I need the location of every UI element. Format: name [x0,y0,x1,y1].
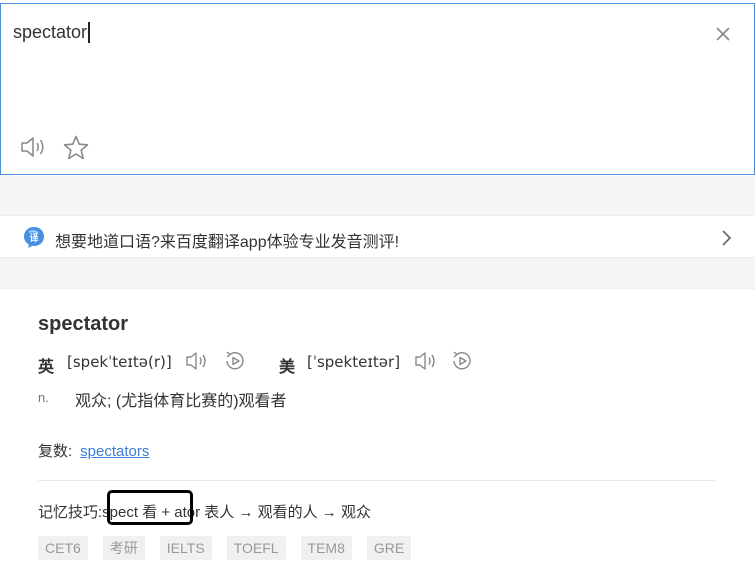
divider [38,480,715,481]
speaker-icon[interactable] [19,134,47,160]
us-label: 美 [279,359,296,376]
app-promo-banner[interactable]: 译 想要地道口语?来百度翻译app体验专业发音测评! [0,215,755,258]
input-text-area[interactable]: spectator [13,22,90,43]
us-speaker-icon[interactable] [413,349,439,373]
tag-gre[interactable]: GRE [366,536,412,560]
exam-tags: CET6 考研 IELTS TOEFL TEM8 GRE [38,536,426,560]
svg-text:译: 译 [29,232,39,243]
app-logo-icon: 译 [22,225,46,249]
text-caret [88,22,90,43]
us-phonetic: [ˈspekteɪtər] [307,353,401,371]
definition-text: 观众; (尤指体育比赛的)观看者 [75,393,287,410]
tag-kaoyan[interactable]: 考研 [102,536,145,560]
translation-input-box[interactable]: spectator [0,3,755,175]
uk-replay-icon[interactable] [222,349,248,373]
us-replay-icon[interactable] [449,349,475,373]
plural-label: 复数: [38,443,73,460]
star-icon[interactable] [62,134,90,162]
section-gap [0,176,755,215]
uk-speaker-icon[interactable] [184,349,210,373]
uk-label: 英 [38,359,55,376]
chevron-right-icon[interactable] [719,228,733,248]
promo-text: 想要地道口语?来百度翻译app体验专业发音测评! [55,234,400,251]
pronunciation-row: 英 [spekˈteɪtə(r)] 美 [ˈspekteɪtər] [38,347,738,377]
plural-link[interactable]: spectators [80,443,149,460]
input-value[interactable]: spectator [13,22,87,43]
close-icon[interactable] [713,24,733,44]
headword: spectator [38,313,129,335]
mnemonic-label: 记忆技巧: [38,504,103,521]
tag-ielts[interactable]: IELTS [159,536,212,560]
tag-toefl[interactable]: TOEFL [226,536,286,560]
mnemonic-row: 记忆技巧:spect 看 + ator 表人 → 观看的人 → 观众 [38,501,371,522]
tag-cet6[interactable]: CET6 [38,536,88,560]
mnemonic-text: spect 看 + ator 表人 → 观看的人 → 观众 [102,504,371,521]
part-of-speech: n. [38,390,49,405]
section-gap [0,258,755,288]
uk-phonetic: [spekˈteɪtə(r)] [67,353,172,371]
tag-tem8[interactable]: TEM8 [300,536,352,560]
plural-row: 复数: spectators [38,440,149,461]
dictionary-result-card: spectator 英 [spekˈteɪtə(r)] 美 [ˈspekteɪt… [0,288,755,575]
